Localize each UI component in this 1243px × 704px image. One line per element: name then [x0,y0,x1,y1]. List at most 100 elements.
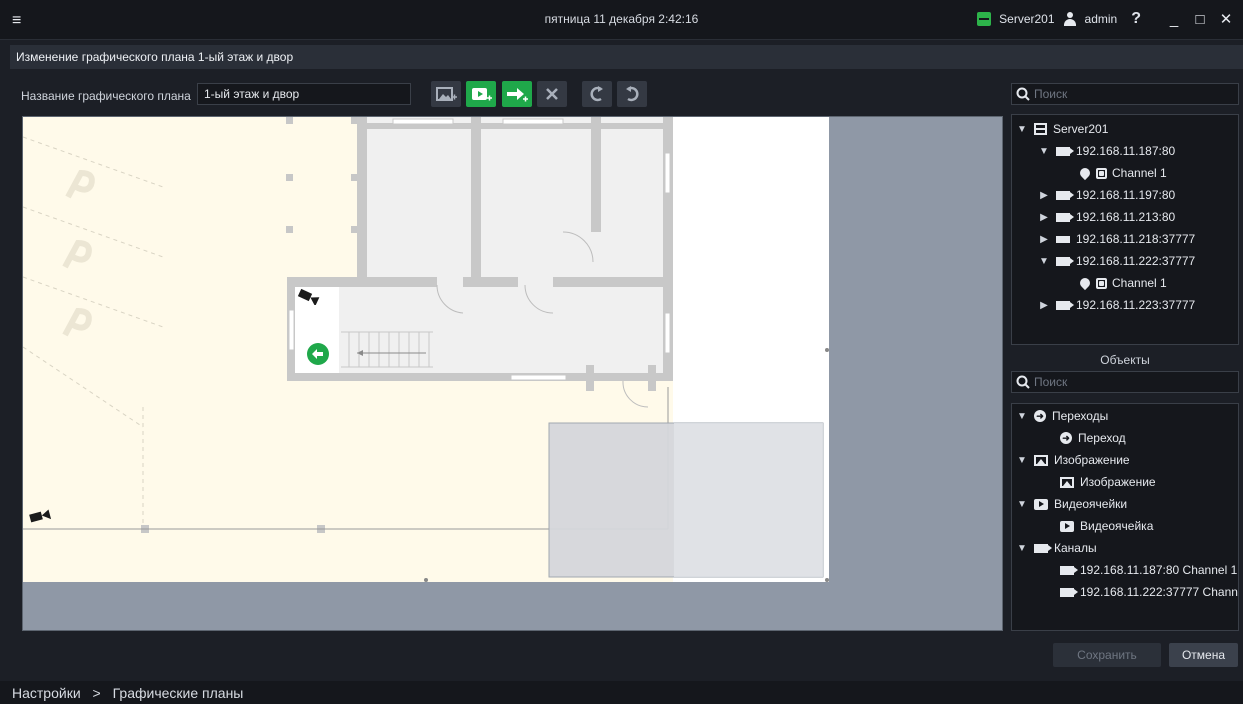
plan-transition-icon[interactable] [306,342,330,366]
objects-group-image[interactable]: ▼ Изображение [1016,450,1130,470]
undo-button[interactable] [617,81,647,107]
chevron-right-icon[interactable]: ▶ [1038,190,1050,201]
title-bar-right: Server201 admin ? _ □ ✕ [977,10,1235,28]
objects-group-transitions[interactable]: ▼ ➜ Переходы [1016,406,1108,426]
redo-button[interactable] [582,81,612,107]
breadcrumb-settings[interactable]: Настройки [12,685,81,701]
objects-item-channel[interactable]: 192.168.11.222:37777 Channel 1 [1060,582,1238,602]
breadcrumb: Настройки > Графические планы [0,681,1243,704]
tree-item-camera[interactable]: ▶ 192.168.11.197:80 [1038,185,1175,205]
camera-icon [1056,190,1074,200]
device-tree: ▼ Server201 ▼ 192.168.11.187:80 Channel 1 … [1011,114,1239,345]
chevron-right-icon[interactable]: ▶ [1038,300,1050,311]
chevron-down-icon[interactable]: ▼ [1016,124,1028,135]
tree-item-label: Изображение [1054,453,1130,467]
tree-item-label: Channel 1 [1112,276,1167,290]
tree-item-label: 192.168.11.218:37777 [1076,232,1196,246]
transition-icon: ➜ [1034,410,1046,422]
plan-name-label: Название графического плана [21,89,191,103]
plan-camera-icon[interactable] [297,287,321,305]
objects-group-channels[interactable]: ▼ Каналы [1016,538,1097,558]
transition-icon: ➜ [1060,432,1072,444]
tree-item-label: Изображение [1080,475,1156,489]
tree-item-label: 192.168.11.213:80 [1076,210,1176,224]
add-image-icon [436,87,457,101]
tree-item-label: 192.168.11.222:37777 [1076,254,1196,268]
plan-name-input[interactable] [197,83,411,105]
objects-title: Объекты [1100,353,1150,367]
tree-item-label: Channel 1 [1112,166,1167,180]
objects-tree: ▼ ➜ Переходы ➜ Переход ▼ Изображение Изображ… [1011,403,1239,631]
camera-icon [1056,212,1074,222]
tree-item-label: Переход [1078,431,1126,445]
tree-item-camera[interactable]: ▼ 192.168.11.222:37777 [1038,251,1195,271]
chevron-down-icon[interactable]: ▼ [1016,455,1028,466]
chevron-down-icon[interactable]: ▼ [1038,256,1050,267]
objects-search-input[interactable] [1034,375,1224,389]
videocell-icon [1034,498,1048,510]
server-name[interactable]: Server201 [999,12,1054,26]
tree-item-camera[interactable]: ▶ 192.168.11.213:80 [1038,207,1175,227]
plan-camera-icon[interactable] [28,509,52,527]
tree-item-camera[interactable]: ▼ 192.168.11.187:80 [1038,141,1175,161]
tree-item-camera[interactable]: ▶ 192.168.11.223:37777 [1038,295,1195,315]
objects-group-videocells[interactable]: ▼ Видеоячейки [1016,494,1127,514]
chevron-down-icon[interactable]: ▼ [1016,499,1028,510]
tree-item-channel[interactable]: Channel 1 [1077,273,1167,293]
chevron-down-icon[interactable]: ▼ [1016,411,1028,422]
videocell-icon [1060,520,1074,532]
server-icon [1034,123,1047,135]
cancel-button[interactable]: Отмена [1169,643,1238,667]
image-icon [1034,454,1048,466]
minimize-button[interactable]: _ [1165,11,1183,28]
chevron-right-icon[interactable]: ▶ [1038,234,1050,245]
location-pin-icon [1077,165,1093,181]
nvr-icon [1056,235,1070,243]
camera-icon [1034,543,1052,553]
hamburger-menu-icon[interactable]: ≡ [12,12,21,30]
delete-icon [546,88,558,100]
floor-plan-canvas[interactable] [22,116,1003,631]
chevron-right-icon[interactable]: ▶ [1038,212,1050,223]
location-pin-icon [1077,275,1093,291]
tree-item-server[interactable]: ▼ Server201 [1016,119,1108,139]
camera-icon [1056,300,1074,310]
dialog-title: Изменение графического плана 1-ый этаж и… [10,45,1243,69]
user-name[interactable]: admin [1085,12,1118,26]
add-image-button[interactable] [431,81,461,107]
channel-icon [1096,167,1107,179]
objects-search[interactable] [1011,371,1239,393]
redo-icon [590,86,603,102]
add-videocell-icon [472,88,492,101]
objects-item-image[interactable]: Изображение [1060,472,1156,492]
chevron-down-icon[interactable]: ▼ [1038,146,1050,157]
breadcrumb-current: Графические планы [112,685,244,701]
objects-item-transition[interactable]: ➜ Переход [1060,428,1126,448]
tree-item-label: 192.168.11.187:80 Channel 1 [1080,563,1238,577]
title-bar: ≡ пятница 11 декабря 2:42:16 Server201 a… [0,0,1243,40]
maximize-button[interactable]: □ [1191,11,1209,28]
tree-item-channel[interactable]: Channel 1 [1077,163,1167,183]
help-icon[interactable]: ? [1131,10,1141,28]
objects-item-videocell[interactable]: Видеоячейка [1060,516,1153,536]
device-search[interactable] [1011,83,1239,105]
tree-item-nvr[interactable]: ▶ 192.168.11.218:37777 [1038,229,1195,249]
device-search-input[interactable] [1034,87,1224,101]
chevron-down-icon[interactable]: ▼ [1016,543,1028,554]
camera-icon [1056,146,1074,156]
tree-item-label: 192.168.11.222:37777 Channel 1 [1080,585,1238,599]
tree-item-label: 192.168.11.197:80 [1076,188,1176,202]
save-button[interactable]: Сохранить [1053,643,1161,667]
delete-button[interactable] [537,81,567,107]
tree-item-label: Видеоячейки [1054,497,1128,511]
tree-item-label: Видеоячейка [1080,519,1154,533]
objects-item-channel[interactable]: 192.168.11.187:80 Channel 1 [1060,560,1237,580]
breadcrumb-separator: > [92,685,101,701]
channel-icon [1096,277,1107,289]
camera-icon [1060,565,1078,575]
add-videocell-button[interactable] [466,81,496,107]
close-button[interactable]: ✕ [1217,10,1235,28]
tree-item-label: 192.168.11.187:80 [1076,144,1176,158]
add-transition-button[interactable] [502,81,532,107]
camera-icon [1056,256,1074,266]
